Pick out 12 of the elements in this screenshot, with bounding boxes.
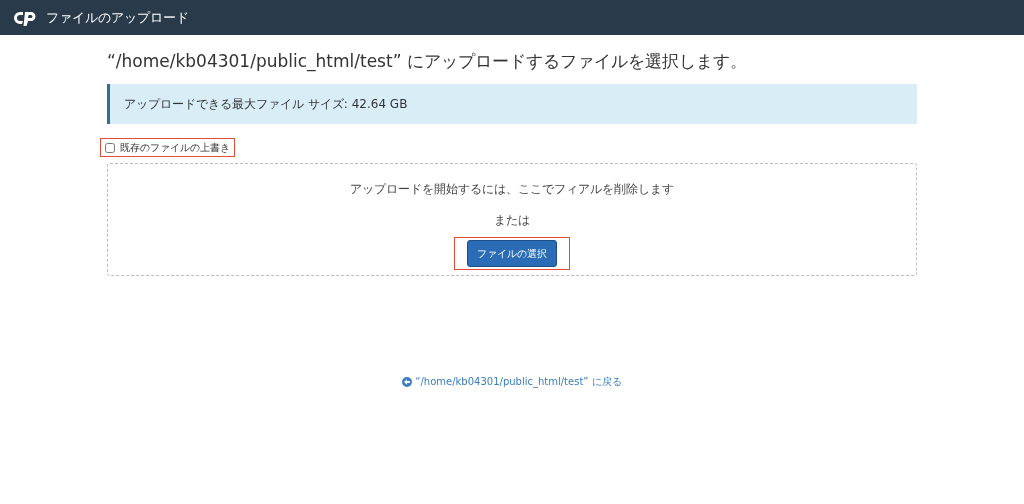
- page-title: ファイルのアップロード: [46, 8, 189, 27]
- back-link[interactable]: “/home/kb04301/public_html/test” に戻る: [415, 374, 622, 389]
- info-text: アップロードできる最大ファイル サイズ: 42.64 GB: [124, 96, 408, 112]
- heading: “/home/kb04301/public_html/test” にアップロードするファイルを選択します。: [107, 50, 748, 73]
- overwrite-checkbox[interactable]: [105, 142, 115, 153]
- back-arrow-icon: [402, 376, 413, 387]
- overwrite-label: 既存のファイルの上書き: [120, 141, 230, 155]
- drop-zone[interactable]: アップロードを開始するには、ここでフィアルを削除します または ファイルの選択: [107, 163, 917, 276]
- logo-icon: [14, 9, 38, 26]
- choose-file-button[interactable]: ファイルの選択: [467, 240, 557, 267]
- drop-prompt: アップロードを開始するには、ここでフィアルを削除します: [350, 181, 674, 198]
- or-text: または: [494, 212, 530, 229]
